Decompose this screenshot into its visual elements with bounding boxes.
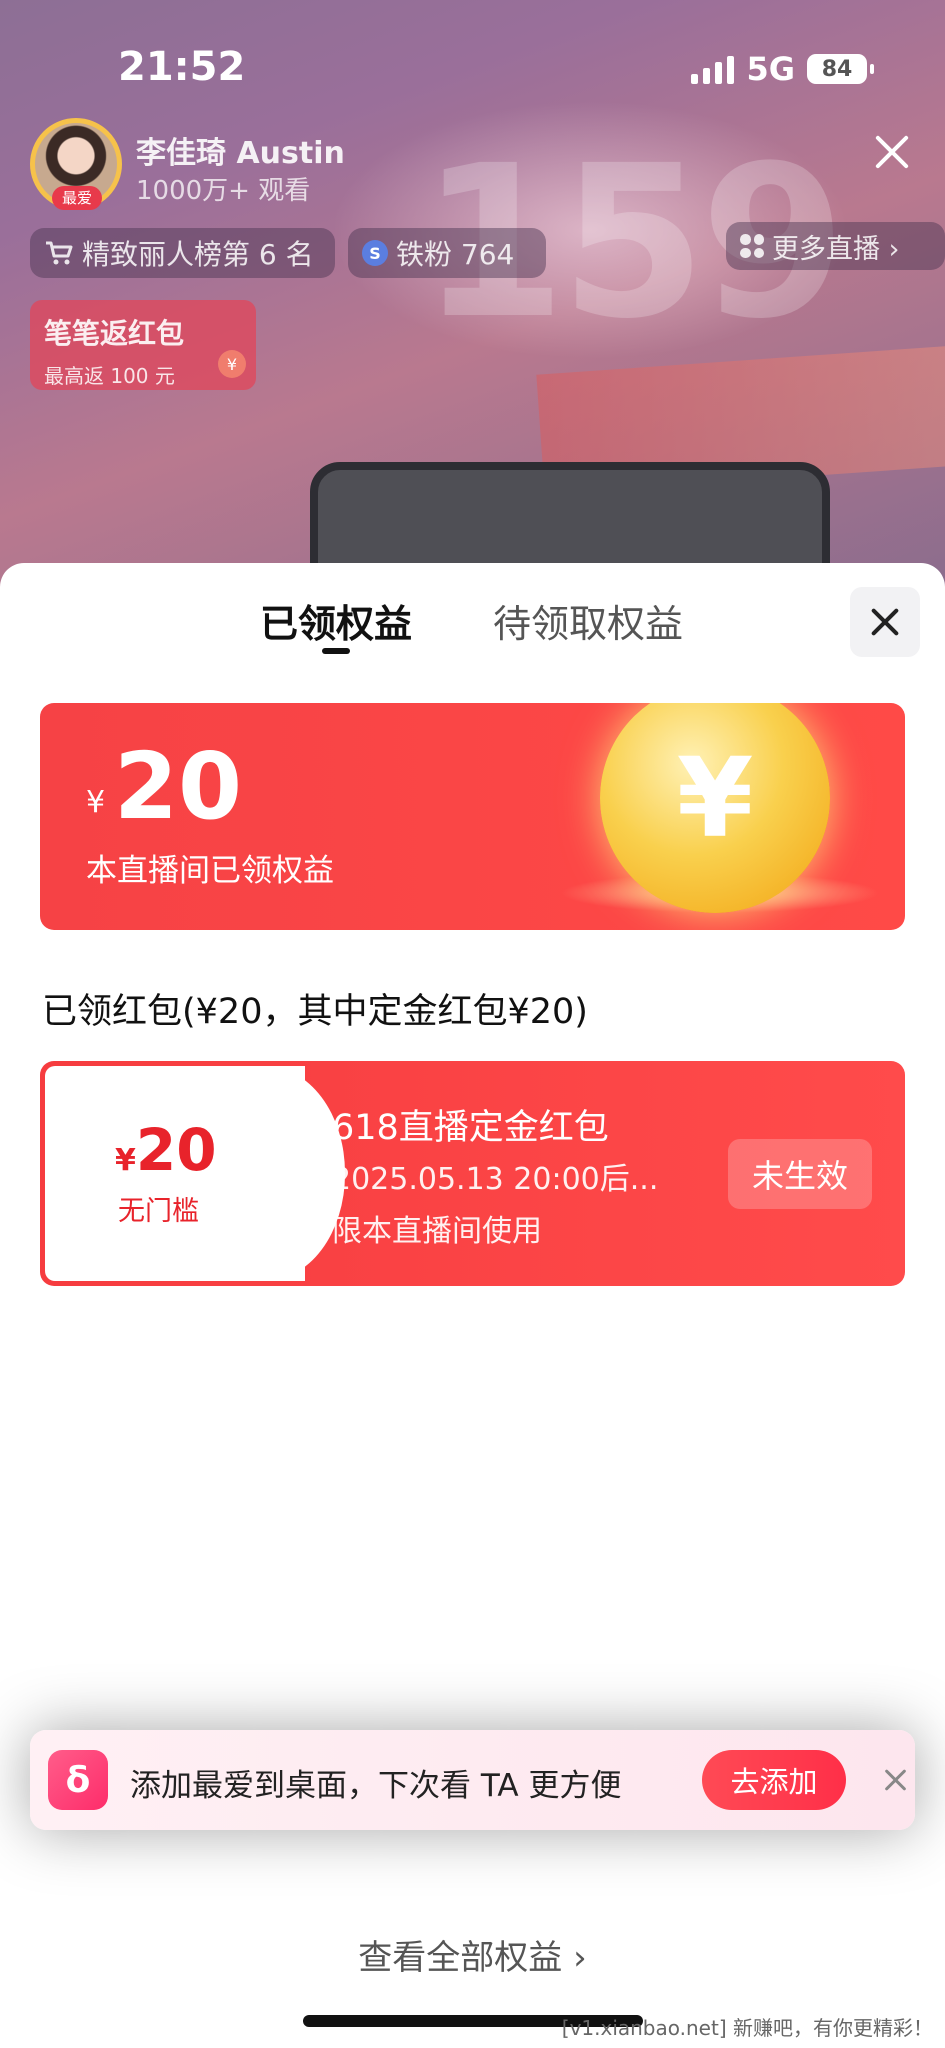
fans-chip[interactable]: S 铁粉 764 <box>348 228 546 278</box>
coupon-threshold: 无门槛 <box>118 1196 199 1227</box>
network-label: 5G <box>746 50 795 88</box>
view-all-benefits-link[interactable]: 查看全部权益 › <box>0 1930 945 1979</box>
yuan-icon: ¥ <box>218 350 246 378</box>
rank-label: 精致丽人榜第 6 名 <box>82 238 314 271</box>
coin-symbol: ¥ <box>676 734 754 862</box>
battery-icon: 84 <box>807 54 874 84</box>
streamer-name[interactable]: 李佳琦 Austin <box>136 128 345 172</box>
tab-pending-benefits[interactable]: 待领取权益 <box>493 593 683 648</box>
signal-icon <box>691 54 735 84</box>
avatar-badge: 最爱 <box>52 186 102 210</box>
tab-indicator <box>322 648 350 654</box>
coupon-time: 2025.05.13 20:00后... <box>332 1162 659 1197</box>
cashback-redpack-card[interactable]: 笔笔返红包 最高返 100 元 ¥ <box>30 300 256 390</box>
redpack-subtitle: 最高返 100 元 <box>44 364 175 388</box>
summary-description: 本直播间已领权益 <box>86 853 334 889</box>
summary-amount: 20 <box>114 733 243 840</box>
watermark: [v1.xianbao.net] 新赚吧，有你更精彩！ <box>561 2016 933 2040</box>
tab-claimed-benefits[interactable]: 已领权益 <box>260 593 412 648</box>
summary-currency: ¥ <box>86 785 106 820</box>
banner-close-icon[interactable] <box>878 1762 914 1798</box>
close-stream-icon[interactable] <box>868 128 916 176</box>
claimed-summary-card: ¥ ¥ 20 本直播间已领权益 <box>40 703 905 930</box>
redpack-title: 笔笔返红包 <box>44 317 185 350</box>
section-title: 已领红包(¥20，其中定金红包¥20) <box>42 992 588 1032</box>
cart-icon <box>46 241 73 265</box>
fans-label: 铁粉 764 <box>396 238 515 271</box>
status-indicators: 5G 84 <box>691 50 874 88</box>
grid-icon <box>740 234 764 258</box>
coupon-scope: 限本直播间使用 <box>332 1214 542 1249</box>
viewer-count: 1000万+ 观看 <box>136 176 311 206</box>
add-to-desktop-banner: δ 添加最爱到桌面，下次看 TA 更方便 去添加 <box>30 1730 915 1830</box>
coupon-title: 618直播定金红包 <box>332 1108 609 1148</box>
add-to-desktop-button[interactable]: 去添加 <box>702 1750 846 1810</box>
more-live-label: 更多直播 › <box>772 233 900 265</box>
fan-badge-icon: S <box>362 240 388 266</box>
coupon-card[interactable]: ¥20 无门槛 618直播定金红包 2025.05.13 20:00后... 限… <box>40 1061 905 1286</box>
coupon-amount: 20 <box>135 1116 217 1184</box>
close-sheet-icon[interactable] <box>850 587 920 657</box>
coupon-status-badge[interactable]: 未生效 <box>728 1139 872 1209</box>
more-live-button[interactable]: 更多直播 › <box>726 222 945 270</box>
banner-text: 添加最爱到桌面，下次看 TA 更方便 <box>130 1768 622 1804</box>
coupon-value: ¥20 <box>115 1116 217 1184</box>
app-logo-icon: δ <box>48 1750 108 1810</box>
coupon-currency: ¥ <box>115 1143 136 1178</box>
rank-chip[interactable]: 精致丽人榜第 6 名 <box>30 228 335 278</box>
status-time: 21:52 <box>118 44 246 90</box>
